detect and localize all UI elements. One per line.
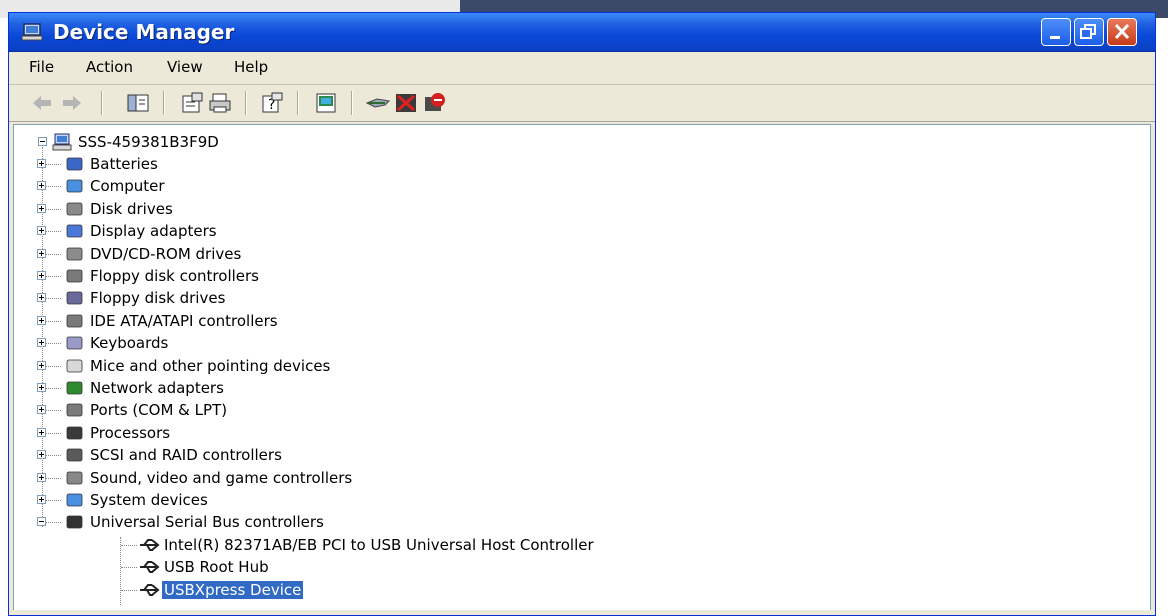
tree-category-label: SCSI and RAID controllers — [90, 446, 282, 465]
title-bar[interactable]: Device Manager — [9, 13, 1155, 52]
tree-guide-line — [120, 537, 121, 605]
menu-view[interactable]: View — [167, 58, 203, 76]
usb-icon — [140, 583, 160, 596]
tree-category-label: Batteries — [90, 155, 158, 173]
device-tree-panel[interactable]: SSS-459381B3F9D Batteries Computer Disk dr… — [13, 124, 1151, 612]
tree-category-label: DVD/CD-ROM drives — [90, 244, 242, 263]
floppy-drive-icon — [66, 291, 83, 305]
expand-icon[interactable] — [37, 315, 46, 325]
collapse-icon[interactable] — [37, 517, 46, 527]
menu-bar: File Action View Help — [9, 52, 1155, 85]
usb-device-label: Intel(R) 82371AB/EB PCI to USB Universal… — [164, 535, 594, 554]
tree-category-label: Sound, video and game controllers — [90, 468, 353, 487]
tree-category-label: Ports (COM & LPT) — [90, 401, 228, 420]
usb-icon — [140, 538, 160, 551]
restore-button[interactable] — [1074, 18, 1104, 46]
usb-icon — [66, 515, 83, 529]
device-manager-window: Device Manager File Action View Help ? S… — [8, 12, 1156, 616]
expand-icon[interactable] — [37, 383, 46, 392]
collapse-icon[interactable] — [38, 137, 47, 146]
disable-device-icon[interactable] — [393, 91, 419, 115]
floppy-controller-icon — [66, 269, 83, 283]
selected-device-label: USBXpress Device — [162, 580, 304, 599]
tree-category-label: Network adapters — [90, 379, 224, 397]
tree-category-label: Disk drives — [90, 199, 173, 218]
expand-icon[interactable] — [37, 405, 46, 415]
sound-icon — [66, 471, 83, 484]
computer-icon — [66, 179, 83, 193]
tree-guide-line — [121, 567, 137, 569]
toolbar-separator — [297, 91, 299, 115]
print-icon[interactable] — [207, 91, 233, 115]
menu-action[interactable]: Action — [86, 58, 133, 76]
port-icon — [66, 403, 83, 417]
close-icon — [1114, 23, 1130, 40]
back-icon[interactable] — [29, 91, 55, 115]
expand-icon[interactable] — [37, 360, 46, 370]
tree-category-label: Computer — [90, 177, 165, 196]
show-hide-console-tree-icon[interactable] — [125, 91, 151, 115]
expand-icon[interactable] — [37, 293, 46, 303]
usb-device-label: USB Root Hub — [164, 558, 269, 577]
expand-icon[interactable] — [37, 248, 46, 258]
tree-category-label: Display adapters — [90, 222, 217, 241]
toolbar-separator — [101, 91, 103, 115]
tree-guide-line — [121, 544, 137, 546]
toolbar-separator — [163, 91, 165, 115]
tree-category-label: Mice and other pointing devices — [90, 356, 331, 375]
tree-category-label: Keyboards — [90, 334, 169, 353]
expand-icon[interactable] — [37, 495, 46, 504]
ide-controller-icon — [66, 314, 83, 328]
expand-icon[interactable] — [37, 450, 46, 460]
tree-category-label: Floppy disk drives — [90, 289, 226, 308]
expand-icon[interactable] — [37, 427, 46, 437]
tree-guide-line — [121, 589, 137, 591]
system-device-icon — [66, 493, 83, 507]
minimize-icon — [1050, 36, 1060, 39]
processor-icon — [66, 426, 83, 440]
tree-category-label: IDE ATA/ATAPI controllers — [90, 311, 278, 330]
expand-icon[interactable] — [37, 271, 46, 280]
restore-icon — [1080, 24, 1096, 39]
expand-icon[interactable] — [37, 203, 46, 213]
scan-hardware-icon[interactable] — [313, 91, 339, 115]
close-button[interactable] — [1107, 18, 1137, 46]
forward-icon[interactable] — [59, 91, 85, 115]
window-title: Device Manager — [53, 20, 235, 44]
toolbar-separator — [245, 91, 247, 115]
expand-icon[interactable] — [37, 159, 46, 168]
status-bar — [9, 610, 1155, 615]
expand-icon[interactable] — [37, 338, 46, 348]
keyboard-icon — [66, 336, 83, 350]
scsi-controller-icon — [66, 448, 83, 462]
computer-icon — [52, 133, 72, 151]
menu-file[interactable]: File — [29, 58, 54, 76]
tree-category-label: Universal Serial Bus controllers — [90, 513, 324, 532]
expand-icon[interactable] — [37, 226, 46, 236]
expand-icon[interactable] — [37, 472, 46, 482]
toolbar-separator — [351, 91, 353, 115]
minimize-button[interactable] — [1041, 18, 1071, 46]
uninstall-device-icon[interactable] — [421, 91, 447, 115]
computer-icon — [21, 23, 43, 41]
root-label: SSS-459381B3F9D — [78, 133, 219, 151]
network-adapter-icon — [66, 381, 83, 395]
disk-drive-icon — [66, 202, 83, 216]
help-icon[interactable]: ? — [259, 91, 285, 115]
menu-help[interactable]: Help — [234, 58, 268, 76]
tree-category-label: System devices — [90, 491, 208, 509]
update-driver-icon[interactable] — [365, 91, 391, 115]
battery-icon — [66, 157, 83, 171]
toolbar: ? — [9, 85, 1155, 122]
expand-icon[interactable] — [37, 181, 46, 191]
mouse-icon — [66, 359, 83, 372]
tree-category-label: Floppy disk controllers — [90, 267, 259, 285]
display-adapter-icon — [66, 224, 83, 238]
usb-icon — [140, 561, 160, 574]
tree-category-label: Processors — [90, 423, 171, 442]
properties-icon[interactable] — [179, 91, 205, 115]
dvd-drive-icon — [66, 247, 83, 260]
